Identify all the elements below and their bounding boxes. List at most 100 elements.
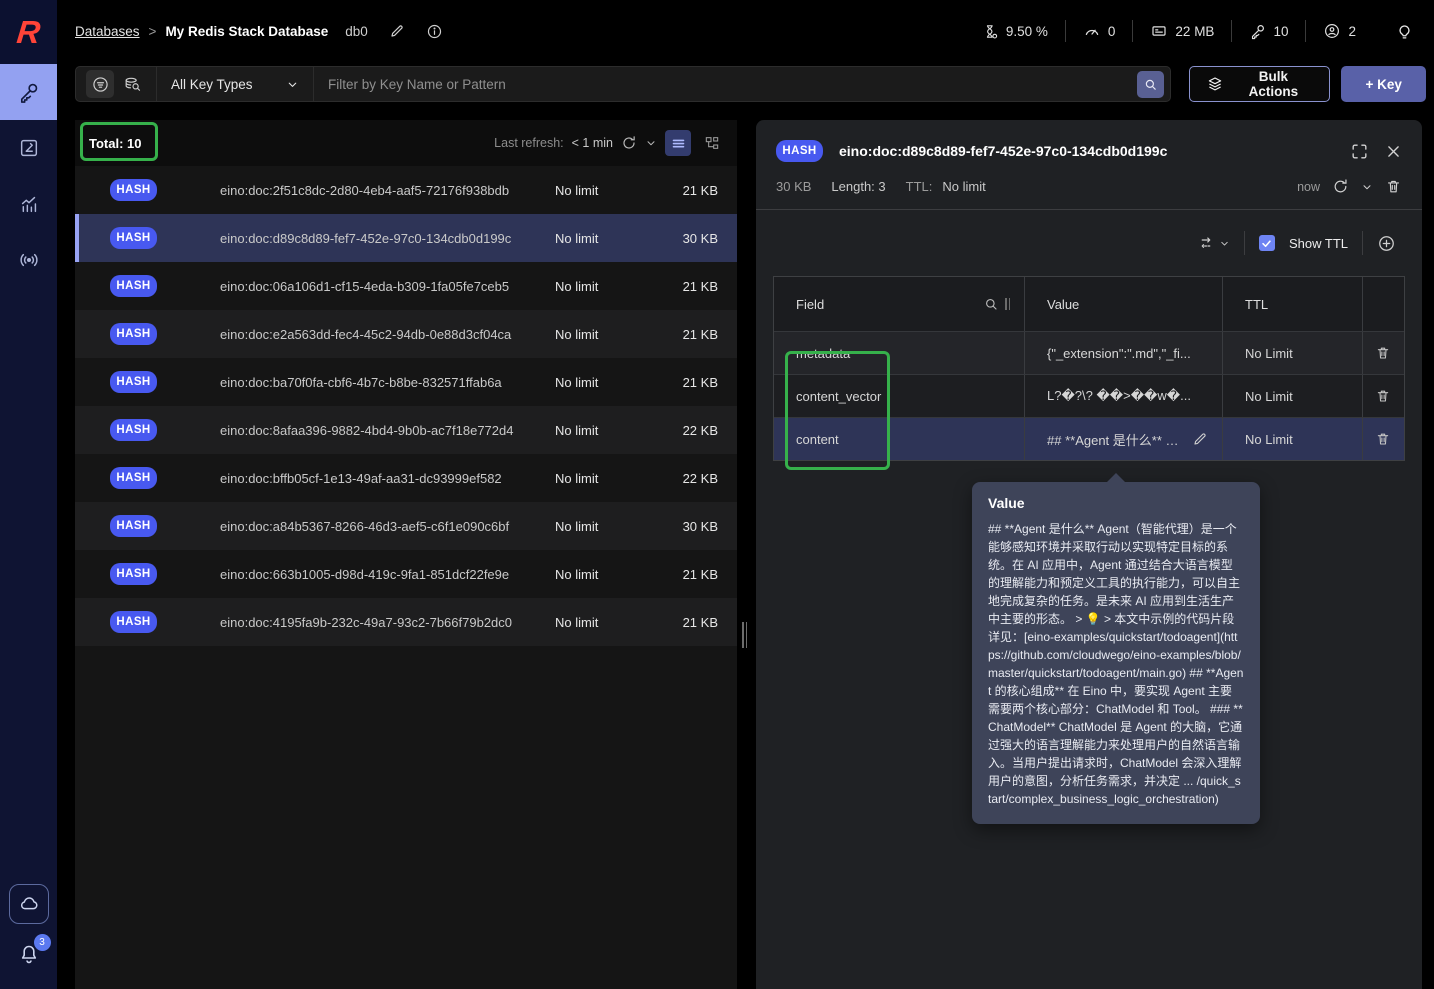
tooltip-text: ## **Agent 是什么** Agent（智能代理）是一个能够感知环境并采取… <box>988 522 1244 806</box>
fullscreen-icon[interactable] <box>1350 142 1369 161</box>
clients-icon <box>1323 22 1341 40</box>
search-submit-button[interactable] <box>1137 70 1165 98</box>
redis-logo[interactable]: R <box>0 0 57 64</box>
hash-type-badge: HASH <box>110 467 157 489</box>
sidebar-item-analytics[interactable] <box>0 176 57 232</box>
delete-key-trash-icon[interactable] <box>1385 178 1402 195</box>
key-row[interactable]: HASH eino:doc:2f51c8dc-2d80-4eb4-aaf5-72… <box>75 166 737 214</box>
close-icon[interactable] <box>1385 143 1402 160</box>
stat-cpu-value: 9.50 % <box>1005 23 1048 39</box>
stat-clients-value: 2 <box>1348 23 1356 39</box>
key-size-value: 30 KB <box>776 179 812 194</box>
key-row[interactable]: HASH eino:doc:ba70f0fa-cbf6-4b7c-b8be-83… <box>75 358 737 406</box>
delete-field-trash-icon[interactable] <box>1375 388 1391 404</box>
tree-view-button[interactable] <box>699 130 725 156</box>
workbench-icon <box>18 137 40 159</box>
sidebar-item-browser[interactable] <box>0 64 57 120</box>
database-stats: 9.50 % 0 22 MB 10 2 <box>965 20 1414 42</box>
bulk-actions-label: Bulk Actions <box>1248 69 1299 99</box>
key-name: eino:doc:d89c8d89-fef7-452e-97c0-134cdb0… <box>220 230 512 246</box>
key-ttl: No limit <box>555 182 599 198</box>
notifications-button[interactable]: 3 <box>17 934 51 971</box>
field-name: content_vector <box>796 388 882 404</box>
key-ttl: No limit <box>555 566 599 582</box>
key-icon <box>1249 23 1266 40</box>
format-selector[interactable] <box>1197 234 1230 252</box>
plus-circle-icon <box>1377 234 1396 253</box>
field-ttl: No Limit <box>1245 431 1293 447</box>
bulk-actions-button[interactable]: Bulk Actions <box>1189 66 1331 102</box>
key-name: eino:doc:4195fa9b-232c-49a7-93c2-7b66f79… <box>220 614 513 630</box>
add-key-button[interactable]: + Key <box>1341 66 1426 102</box>
key-row-selected[interactable]: HASH eino:doc:d89c8d89-fef7-452e-97c0-13… <box>75 214 737 262</box>
key-type-select[interactable]: All Key Types <box>157 66 313 102</box>
field-row-content[interactable]: content ## **Agent 是什么** A... No Limit <box>774 417 1404 460</box>
chart-icon <box>18 193 40 215</box>
sidebar-item-workbench[interactable] <box>0 120 57 176</box>
refresh-icon[interactable] <box>621 135 637 151</box>
key-size: 21 KB <box>682 182 718 198</box>
key-ttl: No limit <box>555 614 599 630</box>
scan-filter-button[interactable] <box>86 70 114 98</box>
refresh-options-chevron-icon[interactable] <box>1361 181 1373 193</box>
delete-field-trash-icon[interactable] <box>1375 345 1391 361</box>
tree-view-icon <box>704 135 720 151</box>
key-row[interactable]: HASH eino:doc:bffb05cf-1e13-49af-aa31-dc… <box>75 454 737 502</box>
field-ttl: No Limit <box>1245 388 1293 404</box>
key-name: eino:doc:663b1005-d98d-419c-9fa1-851dcf2… <box>220 566 510 582</box>
key-name: eino:doc:bffb05cf-1e13-49af-aa31-dc93999… <box>220 470 502 486</box>
breadcrumb-databases-link[interactable]: Databases <box>75 24 140 39</box>
db-info-icon[interactable] <box>426 23 443 40</box>
field-ttl: No Limit <box>1245 345 1293 361</box>
field-value[interactable]: L?�?\? ��>��w�... <box>1047 388 1208 404</box>
refresh-options-chevron-icon[interactable] <box>645 137 657 149</box>
column-resize-handle[interactable] <box>1005 298 1010 310</box>
list-view-button[interactable] <box>665 130 691 156</box>
key-row[interactable]: HASH eino:doc:8afaa396-9882-4bd4-9b0b-ac… <box>75 406 737 454</box>
key-size: 21 KB <box>682 374 718 390</box>
filter-circle-icon <box>91 75 110 94</box>
key-length-value: Length: 3 <box>831 179 886 194</box>
column-ttl-label: TTL <box>1245 296 1269 312</box>
field-value[interactable]: {"_extension":".md","_fi... <box>1047 346 1208 361</box>
stat-memory-value: 22 MB <box>1175 23 1215 39</box>
field-value[interactable]: ## **Agent 是什么** A... <box>1047 430 1184 449</box>
key-size: 21 KB <box>682 278 718 294</box>
panel-resize-handle[interactable] <box>742 622 750 648</box>
key-ttl: No limit <box>555 374 599 390</box>
insights-lightbulb-icon[interactable] <box>1395 22 1414 41</box>
field-row-content-vector[interactable]: content_vector L?�?\? ��>��w�... No Limi… <box>774 374 1404 417</box>
layers-icon <box>1206 75 1224 93</box>
key-row[interactable]: HASH eino:doc:663b1005-d98d-419c-9fa1-85… <box>75 550 737 598</box>
left-sidebar: R 3 <box>0 0 57 989</box>
key-row[interactable]: HASH eino:doc:06a106d1-cf15-4eda-b309-1f… <box>75 262 737 310</box>
chevron-down-icon <box>1219 238 1230 249</box>
key-row[interactable]: HASH eino:doc:a84b5367-8266-46d3-aef5-c6… <box>75 502 737 550</box>
database-name: My Redis Stack Database <box>165 23 329 39</box>
key-row[interactable]: HASH eino:doc:e2a563dd-fec4-45c2-94db-0e… <box>75 310 737 358</box>
show-ttl-label: Show TTL <box>1288 235 1348 251</box>
last-refresh-value: < 1 min <box>571 136 613 150</box>
show-ttl-checkbox[interactable] <box>1258 235 1275 251</box>
sidebar-item-pubsub[interactable] <box>0 232 57 288</box>
key-filter-input[interactable] <box>314 67 1138 101</box>
refresh-icon[interactable] <box>1332 178 1349 195</box>
field-search-icon[interactable] <box>983 296 999 312</box>
edit-value-pencil-icon[interactable] <box>1192 431 1208 447</box>
key-row[interactable]: HASH eino:doc:4195fa9b-232c-49a7-93c2-7b… <box>75 598 737 646</box>
stat-keys-value: 10 <box>1273 23 1289 39</box>
add-field-button[interactable] <box>1377 234 1396 253</box>
search-library-icon <box>122 74 142 94</box>
cloud-button[interactable] <box>8 884 49 924</box>
key-list-header: Total: 10 Last refresh: < 1 min <box>75 120 737 166</box>
field-row-metadata[interactable]: metadata {"_extension":".md","_fi... No … <box>774 331 1404 374</box>
delete-field-trash-icon[interactable] <box>1375 431 1391 447</box>
db-index: db0 <box>345 23 368 39</box>
edit-db-pencil-icon[interactable] <box>389 23 405 39</box>
selected-key-name: eino:doc:d89c8d89-fef7-452e-97c0-134cdb0… <box>839 143 1168 159</box>
redisearch-button[interactable] <box>118 70 146 98</box>
key-size: 30 KB <box>682 230 718 246</box>
cloud-icon <box>18 893 40 915</box>
hash-type-badge: HASH <box>110 323 157 345</box>
hash-type-badge: HASH <box>110 419 157 441</box>
